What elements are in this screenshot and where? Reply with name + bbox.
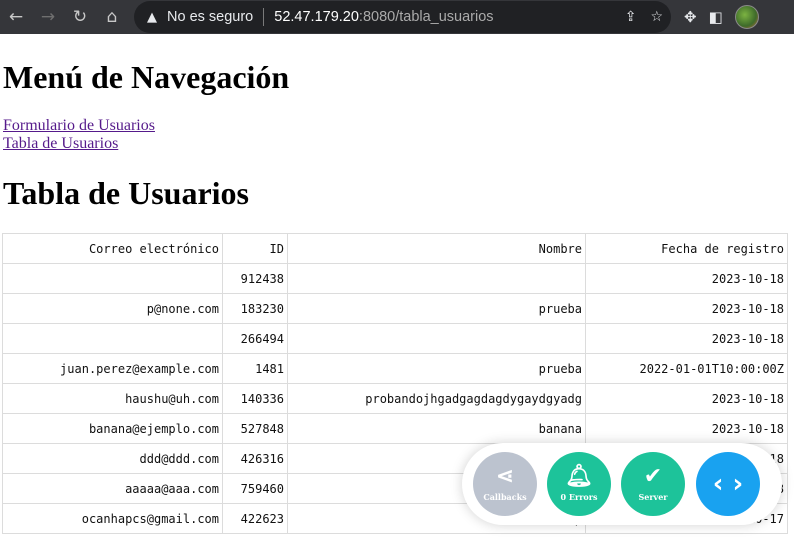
- code-brackets-icon: ‹ ›: [712, 469, 744, 499]
- cell-email: haushu@uh.com: [2, 383, 223, 414]
- cell-id: 266494: [222, 323, 288, 354]
- cell-id: 759460: [222, 473, 288, 504]
- browser-toolbar: ← → ↻ ⌂ ▲ No es seguro 52.47.179.20:8080…: [0, 0, 794, 34]
- callbacks-button[interactable]: ⋖ Callbacks: [473, 452, 537, 516]
- home-icon[interactable]: ⌂: [96, 0, 128, 34]
- callbacks-label: Callbacks: [483, 492, 527, 502]
- bookmark-star-icon[interactable]: ☆: [650, 9, 663, 25]
- cell-id: 422623: [222, 503, 288, 534]
- cell-name: banana: [287, 413, 586, 444]
- cell-email: ocanhapcs@gmail.com: [2, 503, 223, 534]
- cell-email: [2, 263, 223, 294]
- address-bar[interactable]: ▲ No es seguro 52.47.179.20:8080/tabla_u…: [134, 1, 671, 33]
- cell-email: ddd@ddd.com: [2, 443, 223, 474]
- warning-icon[interactable]: ▲: [144, 9, 160, 25]
- back-icon[interactable]: ←: [0, 0, 32, 34]
- reload-icon[interactable]: ↻: [64, 0, 96, 34]
- extensions-puzzle-icon[interactable]: ✥: [684, 8, 697, 26]
- bell-icon: 🔔︎: [565, 464, 593, 489]
- code-toggle-button[interactable]: ‹ ›: [696, 452, 760, 516]
- cell-date: 2023-10-18: [585, 323, 788, 354]
- cell-name: probandojhgadgagdagdygaydgyadg: [287, 383, 586, 414]
- share-nodes-icon: ⋖: [495, 464, 515, 489]
- server-button[interactable]: ✔ Server: [621, 452, 685, 516]
- table-row: haushu@uh.com 140336 probandojhgadgagdag…: [2, 383, 788, 414]
- cell-id: 183230: [222, 293, 288, 324]
- errors-label: 0 Errors: [560, 492, 598, 502]
- table-heading: Tabla de Usuarios: [3, 175, 249, 211]
- omnibox-actions: ⇪ ☆: [625, 1, 663, 33]
- dash-devtools-bar: ⋖ Callbacks 🔔︎ 0 Errors ✔ Server ‹ ›: [462, 443, 782, 525]
- cell-email: [2, 323, 223, 354]
- cell-id: 527848: [222, 413, 288, 444]
- cell-name: prueba: [287, 353, 586, 384]
- checkmark-icon: ✔: [643, 464, 663, 489]
- table-header-row: Correo electrónico ID Nombre Fecha de re…: [2, 233, 788, 264]
- cell-date: 2023-10-18: [585, 263, 788, 294]
- cell-id: 140336: [222, 383, 288, 414]
- cell-date: 2022-01-01T10:00:00Z: [585, 353, 788, 384]
- profile-avatar[interactable]: [734, 5, 759, 29]
- table-row: juan.perez@example.com 1481 prueba 2022-…: [2, 353, 788, 384]
- nav-heading: Menú de Navegación: [3, 59, 290, 95]
- cell-id: 426316: [222, 443, 288, 474]
- forward-icon[interactable]: →: [32, 0, 64, 34]
- column-header-date: Fecha de registro: [585, 233, 788, 264]
- cell-email: juan.perez@example.com: [2, 353, 223, 384]
- url-host[interactable]: 52.47.179.20: [274, 9, 359, 25]
- cell-name: [287, 263, 586, 294]
- security-label[interactable]: No es seguro: [167, 9, 253, 25]
- cell-date: 2023-10-18: [585, 383, 788, 414]
- column-header-id: ID: [222, 233, 288, 264]
- page-content: Menú de Navegación Formulario de Usuario…: [0, 34, 794, 538]
- cell-date: 2023-10-18: [585, 293, 788, 324]
- table-row: p@none.com 183230 prueba 2023-10-18: [2, 293, 788, 324]
- cell-email: p@none.com: [2, 293, 223, 324]
- link-formulario-usuarios[interactable]: Formulario de Usuarios: [3, 117, 155, 135]
- cell-id: 912438: [222, 263, 288, 294]
- share-icon[interactable]: ⇪: [625, 9, 637, 25]
- server-label: Server: [638, 492, 668, 502]
- side-panel-icon[interactable]: ◧: [709, 8, 723, 26]
- table-row: 912438 2023-10-18: [2, 263, 788, 294]
- extensions-area: ✥ ◧: [684, 0, 759, 34]
- column-header-name: Nombre: [287, 233, 586, 264]
- cell-date: 2023-10-18: [585, 413, 788, 444]
- cell-email: aaaaa@aaa.com: [2, 473, 223, 504]
- column-header-email: Correo electrónico: [2, 233, 223, 264]
- errors-button[interactable]: 🔔︎ 0 Errors: [547, 452, 611, 516]
- cell-id: 1481: [222, 353, 288, 384]
- omnibox-divider: [263, 8, 265, 26]
- cell-email: banana@ejemplo.com: [2, 413, 223, 444]
- link-tabla-usuarios[interactable]: Tabla de Usuarios: [3, 135, 155, 153]
- table-row: 266494 2023-10-18: [2, 323, 788, 354]
- table-row: banana@ejemplo.com 527848 banana 2023-10…: [2, 413, 788, 444]
- nav-links: Formulario de Usuarios Tabla de Usuarios: [3, 117, 155, 153]
- cell-name: prueba: [287, 293, 586, 324]
- url-path[interactable]: :8080/tabla_usuarios: [359, 9, 494, 25]
- cell-name: [287, 323, 586, 354]
